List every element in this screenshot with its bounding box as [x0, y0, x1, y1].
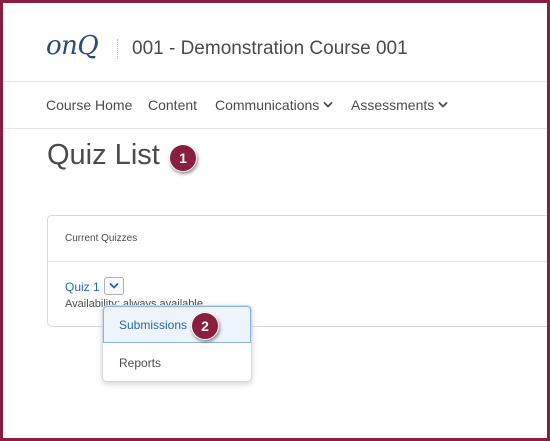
chevron-down-icon	[438, 102, 448, 108]
quiz-context-menu: Submissions Reports	[102, 305, 252, 382]
menu-item-reports[interactable]: Reports	[103, 344, 251, 381]
step-badge-2: 2	[191, 312, 219, 340]
nav-communications[interactable]: Communications	[215, 97, 333, 113]
nav-assessments[interactable]: Assessments	[351, 97, 448, 113]
menu-item-submissions-label: Submissions	[119, 318, 188, 332]
onq-logo[interactable]: onQ	[46, 31, 99, 61]
panel-header: Current Quizzes	[48, 216, 547, 262]
nav-content[interactable]: Content	[148, 97, 197, 113]
panel-header-label: Current Quizzes	[65, 233, 138, 244]
brand-header: onQ 001 - Demonstration Course 001	[3, 3, 547, 81]
chevron-down-icon	[109, 283, 119, 289]
course-title[interactable]: 001 - Demonstration Course 001	[132, 38, 408, 60]
header-divider	[117, 39, 118, 59]
nav-communications-label: Communications	[215, 97, 320, 113]
nav-separator	[3, 128, 547, 129]
course-navbar: Course Home Content Communications Asses…	[3, 82, 547, 128]
quiz-context-menu-button[interactable]	[104, 277, 124, 295]
quiz-link[interactable]: Quiz 1	[65, 280, 100, 294]
step-badge-1: 1	[169, 144, 197, 172]
chevron-down-icon	[323, 102, 333, 108]
nav-course-home-label: Course Home	[46, 97, 133, 113]
nav-content-label: Content	[148, 97, 198, 113]
screenshot-frame: onQ 001 - Demonstration Course 001 Cours…	[0, 0, 550, 441]
menu-item-submissions[interactable]: Submissions	[103, 306, 251, 343]
page-title: Quiz List	[47, 139, 160, 171]
nav-course-home[interactable]: Course Home	[46, 97, 132, 113]
nav-assessments-label: Assessments	[351, 97, 435, 113]
menu-item-reports-label: Reports	[119, 356, 162, 370]
